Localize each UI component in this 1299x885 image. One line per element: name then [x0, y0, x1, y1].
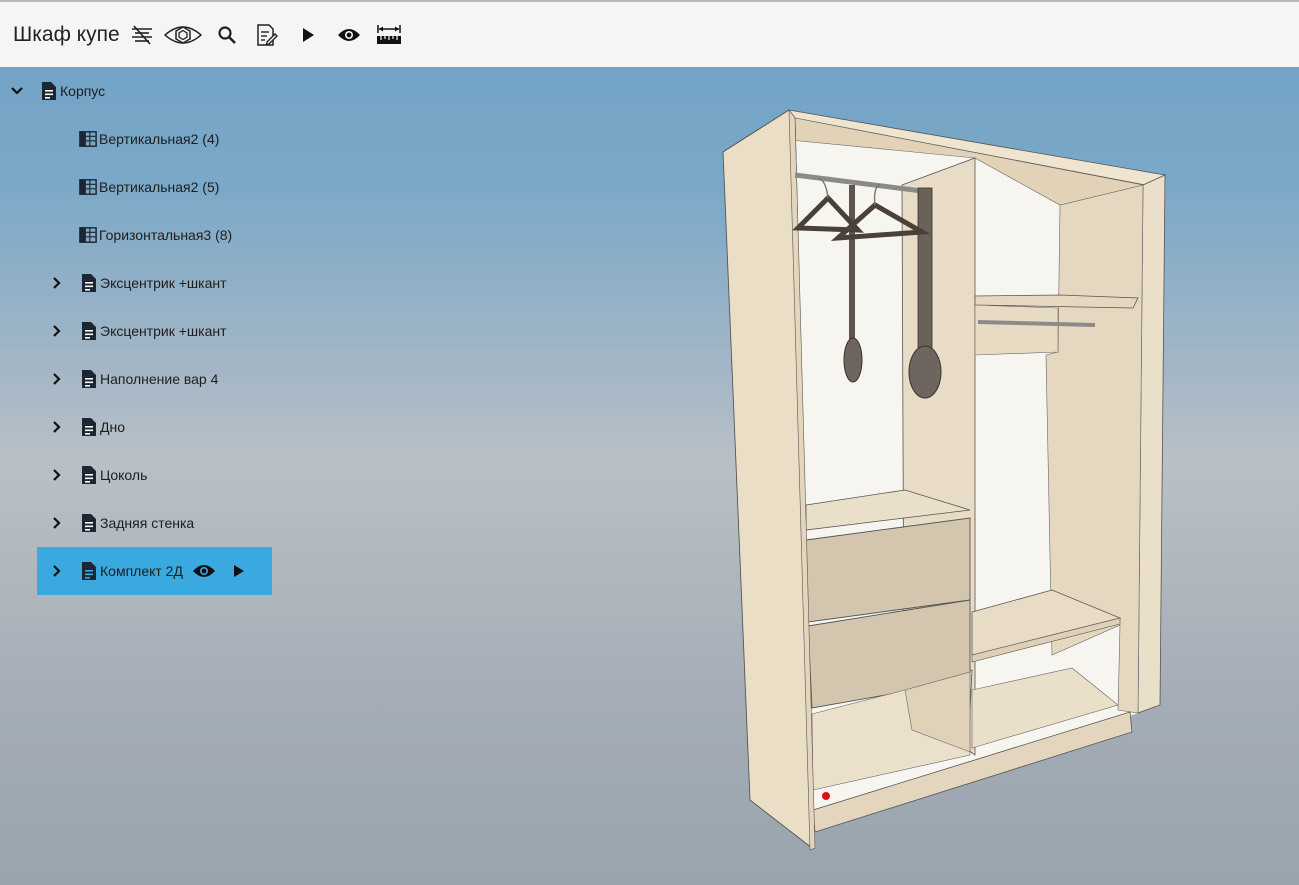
play-icon[interactable]: [233, 564, 245, 578]
ruler-measure-button[interactable]: [372, 15, 406, 55]
visibility-eye-icon[interactable]: [192, 563, 216, 579]
tree-item-kit-2d[interactable]: Комплект 2Д: [37, 547, 272, 595]
chevron-right-icon[interactable]: [48, 372, 66, 386]
document-icon: [80, 513, 98, 533]
3d-viewport[interactable]: [700, 100, 1180, 860]
tree-item-label: Корпус: [60, 83, 106, 99]
search-icon: [218, 25, 236, 44]
tree-item-horizontal-8[interactable]: Горизонтальная3 (8): [79, 211, 232, 259]
document-icon: [80, 273, 98, 293]
grid-panel-icon: [79, 226, 97, 244]
tree-item-label: Комплект 2Д: [100, 563, 183, 579]
filter-lines-icon: [131, 24, 152, 45]
tree-item-label: Цоколь: [100, 467, 148, 483]
top-toolbar: Шкаф купе: [0, 0, 1299, 67]
edit-document-icon: [256, 23, 278, 46]
chevron-right-icon[interactable]: [48, 420, 66, 434]
tree-item-eccentric-2[interactable]: Эксцентрик +шкант: [48, 307, 227, 355]
tree-item-label: Эксцентрик +шкант: [100, 275, 227, 291]
document-icon: [80, 561, 98, 581]
grid-panel-icon: [79, 178, 97, 196]
tree-item-back-wall[interactable]: Задняя стенка: [48, 499, 194, 547]
chevron-down-icon[interactable]: [8, 86, 26, 96]
tree-item-filling-var4[interactable]: Наполнение вар 4: [48, 355, 218, 403]
document-icon: [80, 417, 98, 437]
tree-item-label: Наполнение вар 4: [100, 371, 219, 387]
app-title: Шкаф купе: [13, 22, 120, 46]
visibility-button[interactable]: [332, 15, 366, 55]
tree-item-eccentric-1[interactable]: Эксцентрик +шкант: [48, 259, 227, 307]
document-icon: [80, 369, 98, 389]
chevron-right-icon[interactable]: [48, 324, 66, 338]
tree-item-vertical-5[interactable]: Вертикальная2 (5): [79, 163, 219, 211]
document-icon: [80, 465, 98, 485]
tree-item-label: Вертикальная2 (4): [99, 131, 220, 147]
chevron-right-icon[interactable]: [48, 276, 66, 290]
perspective-eye-icon: [163, 25, 202, 44]
chevron-right-icon[interactable]: [48, 468, 66, 482]
tree-item-label: Вертикальная2 (5): [99, 179, 220, 195]
play-icon: [302, 27, 314, 42]
play-button[interactable]: [290, 15, 326, 55]
tree-item-vertical-4[interactable]: Вертикальная2 (4): [79, 115, 219, 163]
visibility-eye-icon: [337, 28, 360, 41]
tree-item-label: Эксцентрик +шкант: [100, 323, 227, 339]
chevron-right-icon[interactable]: [48, 516, 66, 530]
tree-item-bottom[interactable]: Дно: [48, 403, 125, 451]
document-icon: [40, 81, 58, 101]
tree-item-label: Дно: [100, 419, 125, 435]
tree-item-plinth[interactable]: Цоколь: [48, 451, 147, 499]
chevron-right-icon[interactable]: [48, 564, 66, 578]
edit-document-button[interactable]: [250, 15, 284, 55]
grid-panel-icon: [79, 130, 97, 148]
document-icon: [80, 321, 98, 341]
ruler-measure-icon: [376, 24, 401, 44]
perspective-eye-button[interactable]: [162, 15, 204, 55]
tree-item-label: Задняя стенка: [100, 515, 195, 531]
tree-root-korpus[interactable]: Корпус: [8, 67, 105, 115]
filter-lines-button[interactable]: [128, 15, 156, 55]
wardrobe-model: [722, 109, 1167, 851]
search-button[interactable]: [210, 15, 244, 55]
tree-item-label: Горизонтальная3 (8): [99, 227, 233, 243]
